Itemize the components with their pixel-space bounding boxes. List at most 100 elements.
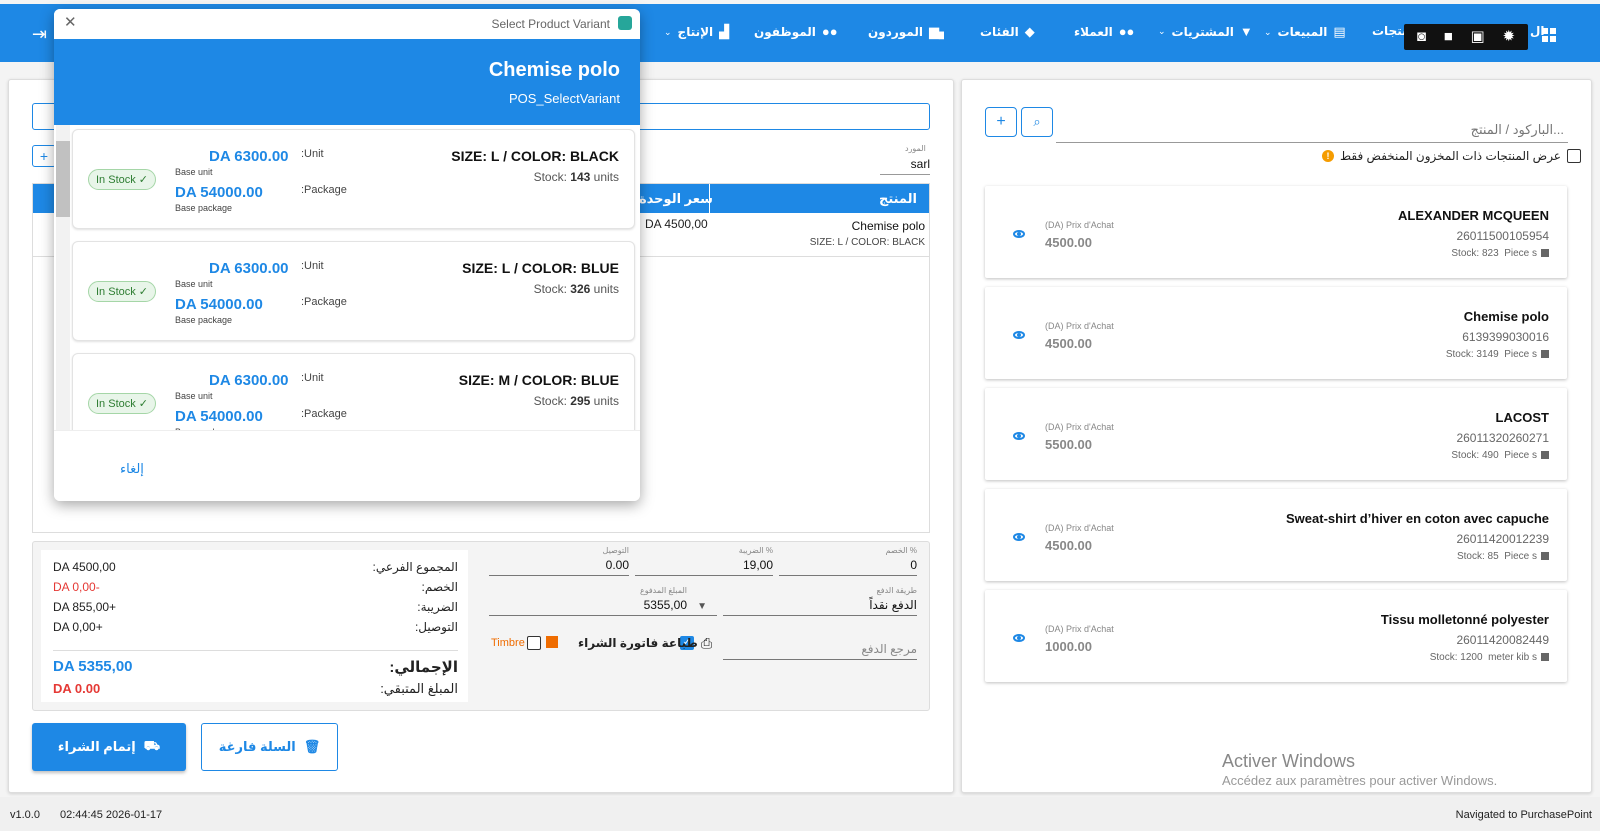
nav-item-purchases[interactable]: ⌄ المشتريات ▼ — [1158, 24, 1253, 39]
nav-item-sales[interactable]: ⌄ المبيعات ▤ — [1264, 24, 1346, 40]
variant-name: SIZE: M / COLOR: BLUE — [458, 372, 619, 388]
dialog-subtitle: POS_SelectVariant — [508, 91, 620, 106]
users-icon: ●● — [1118, 24, 1135, 39]
users-icon: ●● — [821, 24, 838, 39]
print-invoice-label: طباعة فاتورة الشراء — [578, 636, 698, 650]
box-icon — [1541, 249, 1549, 258]
total-label: الإجمالي: — [389, 659, 458, 676]
complete-purchase-label: إتمام الشراء — [57, 739, 136, 754]
discount-percent-field[interactable]: الخصم % 0 — [779, 546, 917, 576]
product-stock: Stock: 1200 meter kib s — [1430, 652, 1549, 663]
dialog-product-name: Chemise polo — [488, 59, 620, 81]
unit-label: :Unit — [301, 260, 324, 272]
dashboard-grid-icon[interactable] — [1542, 28, 1556, 42]
eye-icon[interactable] — [1013, 230, 1025, 238]
printer-icon: ⎙ — [701, 635, 713, 651]
total-value: DA 5355,00 — [53, 658, 133, 675]
nav-item-label: الفئات — [980, 25, 1019, 39]
in-stock-badge: In Stock ✓ — [88, 169, 157, 190]
product-card[interactable]: Chemise polo 6139399030016 Stock: 3149 P… — [985, 287, 1567, 379]
nav-item-production[interactable]: ⌄ الإنتاج ▟ — [664, 24, 729, 40]
package-label: :Package — [301, 184, 347, 196]
package-price: DA 54000.00 — [175, 408, 263, 425]
low-stock-checkbox[interactable] — [1566, 149, 1581, 163]
product-card[interactable]: LACOST 26011320260271 Stock: 490 Piece s… — [985, 388, 1567, 480]
timbre-checkbox[interactable] — [527, 636, 541, 650]
product-card[interactable]: ALEXANDER MCQUEEN 26011500105954 Stock: … — [985, 186, 1567, 278]
product-code: 26011320260271 — [1456, 431, 1549, 445]
scrollbar-thumb[interactable] — [56, 141, 70, 217]
eye-icon[interactable] — [1013, 634, 1025, 642]
discount-percent-value: 0 — [910, 558, 917, 572]
camera-icon[interactable]: ◙ — [1417, 24, 1426, 50]
delivery-field[interactable]: التوصيل 0.00 — [489, 546, 629, 576]
purchase-price: 4500.00 — [1045, 336, 1092, 351]
variant-card[interactable]: SIZE: L / COLOR: BLUE Stock: 326 units I… — [72, 241, 635, 341]
low-stock-filter[interactable]: عرض المنتجات ذات المخزون المنخفض فقط ! — [1322, 149, 1581, 163]
chevron-down-icon: ⌄ — [1158, 26, 1166, 36]
product-name: Tissu molletonné polyester — [1380, 612, 1549, 627]
product-card[interactable]: Sweat-shirt d’hiver en coton avec capuch… — [985, 489, 1567, 581]
product-stock: Stock: 823 Piece s — [1451, 248, 1549, 259]
unit-label: :Unit — [301, 372, 324, 384]
variant-stock: Stock: 295 units — [533, 394, 619, 408]
supplier-value[interactable]: sarl — [880, 157, 930, 175]
purchase-price-label: (DA) Prix d'Achat — [1045, 422, 1114, 432]
column-header-unit-price: سعر الوحدة — [639, 191, 713, 206]
complete-purchase-button[interactable]: إتمام الشراء ⛟ — [32, 723, 186, 771]
payment-method-label: طريقة الدفع — [876, 586, 917, 595]
variant-stock: Stock: 326 units — [533, 282, 619, 296]
product-code: 26011420082449 — [1456, 633, 1549, 647]
purchase-price: 4500.00 — [1045, 235, 1092, 250]
nav-item-employees[interactable]: الموظفون ●● — [754, 24, 838, 39]
add-supplier-button[interactable]: + — [32, 145, 56, 167]
search-button[interactable]: ⌕ — [1021, 107, 1053, 137]
video-icon[interactable]: ■ — [1444, 24, 1453, 50]
close-icon[interactable]: ✕ — [64, 13, 77, 31]
dialog-footer: إلغاء — [54, 430, 640, 501]
payment-method-select[interactable]: طريقة الدفع الدفع نقداً — [723, 586, 917, 616]
window-icon[interactable]: ▣ — [1471, 24, 1485, 50]
product-name: Sweat-shirt d’hiver en coton avec capuch… — [1286, 511, 1549, 526]
eye-icon[interactable] — [1013, 432, 1025, 440]
purchase-price-label: (DA) Prix d'Achat — [1045, 624, 1114, 634]
product-stock: Stock: 85 Piece s — [1457, 551, 1549, 562]
activation-watermark-subtitle: Accédez aux paramètres pour activer Wind… — [1222, 773, 1498, 788]
product-stock: Stock: 3149 Piece s — [1446, 349, 1549, 360]
base-unit-label: Base unit — [175, 167, 213, 177]
register-icon: ▤ — [1333, 24, 1346, 39]
nav-item-categories[interactable]: الفئات ◆ — [980, 24, 1035, 40]
column-header-product: المنتج — [878, 191, 917, 206]
summary-box: المجموع الفرعي: DA 4500,00 الخصم: DA 0,0… — [41, 550, 468, 702]
nav-item-suppliers[interactable]: الموردون ▆▖ — [868, 24, 949, 40]
add-product-button[interactable]: + — [985, 107, 1017, 137]
nav-item-label: المشتريات — [1171, 24, 1234, 39]
timbre-label: Timbre — [491, 637, 525, 649]
payment-reference-field[interactable]: مرجع الدفع — [723, 642, 917, 660]
paid-amount-field[interactable]: المبلغ المدفوع 5355,00 ▼ — [489, 586, 717, 616]
gear-icon[interactable]: ✹ — [1502, 24, 1515, 50]
cart-icon: ⛟ — [143, 738, 161, 753]
cancel-button[interactable]: إلغاء — [120, 461, 144, 477]
product-card[interactable]: Tissu molletonné polyester 2601142008244… — [985, 590, 1567, 682]
row-unit-price[interactable]: DA 4500,00 — [645, 217, 708, 231]
box-icon — [1541, 350, 1549, 359]
product-name: LACOST — [1495, 410, 1549, 425]
chevron-down-icon: ⌄ — [664, 26, 672, 37]
eye-icon[interactable] — [1013, 331, 1025, 339]
barcode-search-input[interactable]: الباركود / المنتج... — [1056, 110, 1568, 143]
row-product-variant: SIZE: L / COLOR: BLACK — [809, 237, 925, 248]
dropdown-caret-icon[interactable]: ▼ — [697, 601, 707, 612]
payment-reference-placeholder: مرجع الدفع — [861, 642, 917, 656]
variant-card[interactable]: SIZE: L / COLOR: BLACK Stock: 143 units … — [72, 129, 635, 229]
product-code: 6139399030016 — [1462, 330, 1549, 344]
nav-item-customers[interactable]: العملاء ●● — [1074, 24, 1134, 39]
logout-icon[interactable]: ⇥ — [32, 24, 47, 45]
purchase-price-label: (DA) Prix d'Achat — [1045, 321, 1114, 331]
variant-card[interactable]: SIZE: M / COLOR: BLUE Stock: 295 units I… — [72, 353, 635, 430]
tax-percent-field[interactable]: الضريبة % 19,00 — [635, 546, 773, 576]
empty-cart-button[interactable]: السلة فارغة 🗑 — [201, 723, 338, 771]
eye-icon[interactable] — [1013, 533, 1025, 541]
totals-section: المجموع الفرعي: DA 4500,00 الخصم: DA 0,0… — [32, 541, 930, 711]
payment-method-value: الدفع نقداً — [869, 598, 917, 612]
